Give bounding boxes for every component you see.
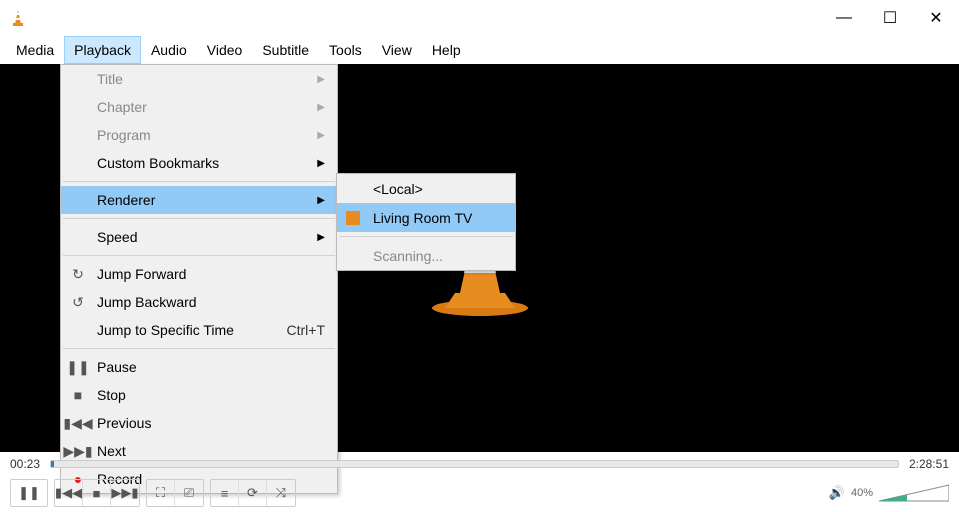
pause-icon: ❚❚ xyxy=(69,359,87,376)
menu-playback[interactable]: Playback xyxy=(64,36,141,64)
shuffle-button[interactable]: ⤨ xyxy=(267,480,295,506)
pause-icon: ❚❚ xyxy=(18,485,40,501)
play-group: ❚❚ xyxy=(10,479,48,507)
previous-button[interactable]: ▮◀◀ xyxy=(55,480,83,506)
stop-button[interactable]: ■ xyxy=(83,480,111,506)
time-bar: 00:23 2:28:51 xyxy=(0,454,959,474)
cast-device-icon xyxy=(345,210,361,226)
menu-previous[interactable]: ▮◀◀ Previous xyxy=(61,409,337,437)
menu-jump-to-time[interactable]: Jump to Specific Time Ctrl+T xyxy=(61,316,337,344)
playback-dropdown: Title ▶ Chapter ▶ Program ▶ Custom Bookmark… xyxy=(60,64,338,494)
submenu-label: Scanning... xyxy=(373,248,443,264)
menu-speed[interactable]: Speed ▶ xyxy=(61,223,337,251)
menu-pause[interactable]: ❚❚ Pause xyxy=(61,353,337,381)
menu-label: Program xyxy=(97,127,151,143)
menubar: Media Playback Audio Video Subtitle Tool… xyxy=(0,36,959,64)
menu-label: Jump Backward xyxy=(97,294,197,310)
menu-separator xyxy=(63,218,335,219)
fullscreen-button[interactable]: ⛶ xyxy=(147,480,175,506)
fullscreen-icon: ⛶ xyxy=(156,485,165,501)
titlebar-left xyxy=(8,8,36,28)
next-icon: ▶▶▮ xyxy=(111,485,138,501)
menu-label: Pause xyxy=(97,359,137,375)
menu-label: Jump Forward xyxy=(97,266,186,282)
menu-audio[interactable]: Audio xyxy=(141,36,197,64)
submenu-arrow-icon: ▶ xyxy=(317,195,325,206)
menu-video[interactable]: Video xyxy=(197,36,253,64)
playback-controls: ❚❚ ▮◀◀ ■ ▶▶▮ ⛶ ⎚ ≡ ⟳ ⤨ 🔊 40% xyxy=(0,474,959,512)
menu-label: Speed xyxy=(97,229,137,245)
minimize-button[interactable]: — xyxy=(821,0,867,36)
vlc-cone-icon xyxy=(8,8,28,28)
shuffle-icon: ⤨ xyxy=(276,485,286,501)
menu-separator xyxy=(339,236,513,237)
renderer-local[interactable]: <Local> xyxy=(337,174,515,203)
close-button[interactable]: ✕ xyxy=(913,0,959,36)
previous-icon: ▮◀◀ xyxy=(69,415,87,432)
renderer-scanning: Scanning... xyxy=(337,241,515,270)
loop-button[interactable]: ⟳ xyxy=(239,480,267,506)
submenu-arrow-icon: ▶ xyxy=(317,102,325,113)
renderer-device[interactable]: Living Room TV xyxy=(337,203,515,232)
menu-label: Jump to Specific Time xyxy=(97,322,234,338)
view-group: ⛶ ⎚ xyxy=(146,479,204,507)
submenu-arrow-icon: ▶ xyxy=(317,130,325,141)
menu-separator xyxy=(63,255,335,256)
nav-group: ▮◀◀ ■ ▶▶▮ xyxy=(54,479,140,507)
playlist-button[interactable]: ≡ xyxy=(211,480,239,506)
playlist-icon: ≡ xyxy=(221,486,229,501)
menu-label: Chapter xyxy=(97,99,147,115)
menu-jump-forward[interactable]: ↻ Jump Forward xyxy=(61,260,337,288)
equalizer-icon: ⎚ xyxy=(184,485,194,501)
menu-custom-bookmarks[interactable]: Custom Bookmarks ▶ xyxy=(61,149,337,177)
stop-icon: ■ xyxy=(93,486,101,501)
menu-label: Stop xyxy=(97,387,126,403)
seek-fill xyxy=(51,461,54,467)
time-elapsed: 00:23 xyxy=(10,457,40,471)
menu-tools[interactable]: Tools xyxy=(319,36,372,64)
menu-shortcut: Ctrl+T xyxy=(287,322,326,338)
seek-slider[interactable] xyxy=(50,460,899,468)
menu-media[interactable]: Media xyxy=(6,36,64,64)
submenu-arrow-icon: ▶ xyxy=(317,74,325,85)
playlist-group: ≡ ⟳ ⤨ xyxy=(210,479,296,507)
menu-label: Title xyxy=(97,71,123,87)
menu-stop[interactable]: ■ Stop xyxy=(61,381,337,409)
play-pause-button[interactable]: ❚❚ xyxy=(11,480,47,506)
menu-separator xyxy=(63,348,335,349)
extended-settings-button[interactable]: ⎚ xyxy=(175,480,203,506)
jump-backward-icon: ↺ xyxy=(69,294,87,311)
menu-subtitle[interactable]: Subtitle xyxy=(252,36,319,64)
menu-chapter[interactable]: Chapter ▶ xyxy=(61,93,337,121)
menu-view[interactable]: View xyxy=(372,36,422,64)
loop-icon: ⟳ xyxy=(247,485,258,501)
menu-label: Custom Bookmarks xyxy=(97,155,219,171)
menu-program[interactable]: Program ▶ xyxy=(61,121,337,149)
renderer-submenu: <Local> Living Room TV Scanning... xyxy=(336,173,516,271)
menu-jump-backward[interactable]: ↺ Jump Backward xyxy=(61,288,337,316)
menu-renderer[interactable]: Renderer ▶ xyxy=(61,186,337,214)
menu-help[interactable]: Help xyxy=(422,36,471,64)
volume-slider[interactable] xyxy=(879,483,949,503)
speaker-icon[interactable]: 🔊 xyxy=(829,485,845,501)
titlebar: — ☐ ✕ xyxy=(0,0,959,36)
jump-forward-icon: ↻ xyxy=(69,266,87,283)
menu-label: Renderer xyxy=(97,192,155,208)
previous-icon: ▮◀◀ xyxy=(55,485,82,501)
stop-icon: ■ xyxy=(69,387,87,403)
window-controls: — ☐ ✕ xyxy=(821,0,959,36)
menu-separator xyxy=(63,181,335,182)
volume-area: 🔊 40% xyxy=(829,483,949,503)
submenu-label: Living Room TV xyxy=(373,210,472,226)
menu-label: Previous xyxy=(97,415,151,431)
maximize-button[interactable]: ☐ xyxy=(867,0,913,36)
volume-percent: 40% xyxy=(851,487,873,499)
submenu-arrow-icon: ▶ xyxy=(317,158,325,169)
submenu-arrow-icon: ▶ xyxy=(317,232,325,243)
menu-title[interactable]: Title ▶ xyxy=(61,65,337,93)
next-button[interactable]: ▶▶▮ xyxy=(111,480,139,506)
time-total: 2:28:51 xyxy=(909,457,949,471)
submenu-label: <Local> xyxy=(373,181,423,197)
